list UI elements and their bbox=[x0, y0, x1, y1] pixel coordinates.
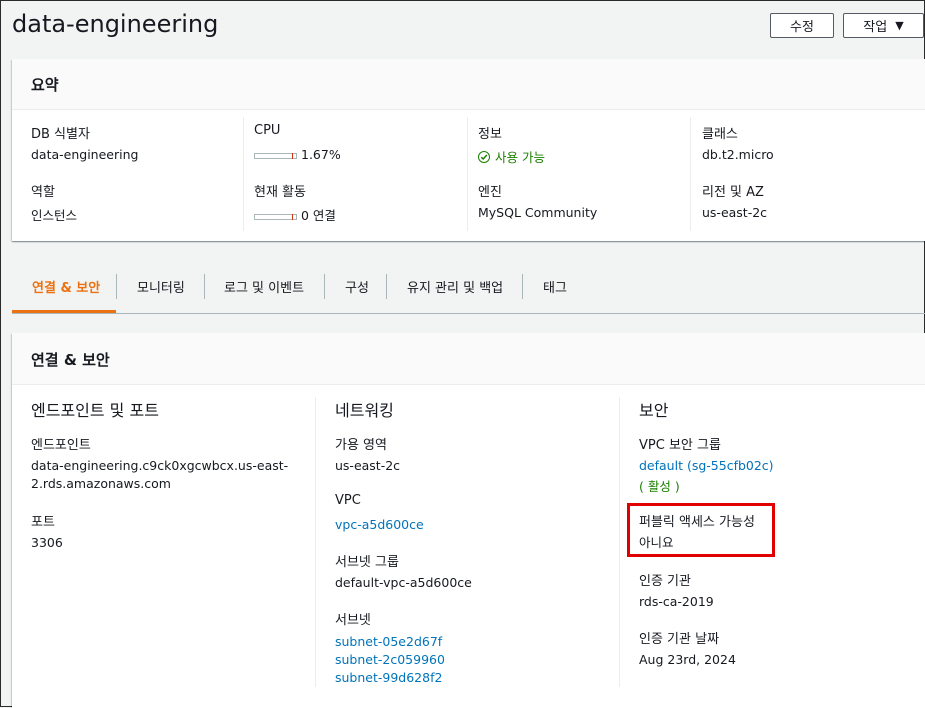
tab-logs-events[interactable]: 로그 및 이벤트 bbox=[224, 259, 304, 313]
cpu-label: CPU bbox=[254, 123, 281, 138]
tab-bar: 연결 & 보안 모니터링 로그 및 이벤트 구성 유지 관리 및 백업 태그 bbox=[12, 259, 925, 314]
subnet-link[interactable]: subnet-99d628f2 bbox=[335, 669, 445, 687]
subnet-group-value: default-vpc-a5d600ce bbox=[335, 575, 472, 590]
connectivity-panel: 연결 & 보안 엔드포인트 및 포트 엔드포인트 data-engineerin… bbox=[12, 333, 925, 708]
tab-connectivity[interactable]: 연결 & 보안 bbox=[32, 259, 100, 313]
column-divider bbox=[315, 397, 316, 687]
check-circle-icon bbox=[478, 150, 490, 163]
caret-down-icon: ▼ bbox=[895, 19, 904, 32]
subnet-group-label: 서브넷 그룹 bbox=[335, 555, 399, 570]
page-title: data-engineering bbox=[12, 10, 219, 38]
db-id-label: DB 식별자 bbox=[31, 127, 90, 142]
subnet-link[interactable]: subnet-2c059960 bbox=[335, 651, 445, 669]
tab-separator bbox=[386, 274, 387, 299]
tab-separator bbox=[116, 274, 117, 299]
column-divider bbox=[619, 397, 620, 687]
endpoint-section-title: 엔드포인트 및 포트 bbox=[31, 401, 159, 420]
tab-separator bbox=[324, 274, 325, 299]
summary-divider bbox=[690, 117, 691, 231]
security-group-status: ( 활성 ) bbox=[639, 479, 680, 494]
region-value: us-east-2c bbox=[702, 205, 768, 220]
summary-col-id: DB 식별자 data-engineering 역할 인스턴스 bbox=[31, 117, 231, 231]
active-tab-indicator bbox=[12, 310, 116, 313]
engine-label: 엔진 bbox=[478, 185, 502, 200]
tab-maintenance-backups[interactable]: 유지 관리 및 백업 bbox=[407, 259, 503, 313]
class-value: db.t2.micro bbox=[702, 147, 774, 162]
summary-col-status: 정보 사용 가능 엔진 MySQL Community bbox=[478, 117, 678, 231]
vpc-label: VPC bbox=[335, 493, 361, 508]
connectivity-header: 연결 & 보안 bbox=[12, 333, 925, 385]
engine-value: MySQL Community bbox=[478, 205, 598, 220]
summary-panel: 요약 DB 식별자 data-engineering 역할 인스턴스 CPU 1… bbox=[12, 59, 925, 241]
endpoint-value: data-engineering.c9ck0xgcwbcx.us-east- 2… bbox=[31, 457, 288, 493]
cpu-usage-bar bbox=[254, 152, 297, 159]
summary-col-cpu: CPU 1.67% 현재 활동 0 연결 bbox=[254, 117, 454, 231]
actions-button[interactable]: 작업 ▼ bbox=[843, 13, 924, 38]
class-label: 클래스 bbox=[702, 127, 738, 142]
highlight-box bbox=[627, 503, 775, 557]
port-value: 3306 bbox=[31, 535, 63, 550]
subnet-link[interactable]: subnet-05e2d67f bbox=[335, 633, 445, 651]
activity-bar bbox=[254, 213, 297, 220]
security-group-label: VPC 보안 그룹 bbox=[639, 438, 721, 453]
endpoint-line-1: data-engineering.c9ck0xgcwbcx.us-east- bbox=[31, 458, 289, 473]
connectivity-heading: 연결 & 보안 bbox=[31, 351, 110, 369]
role-label: 역할 bbox=[31, 185, 55, 200]
ca-date-label: 인증 기관 날짜 bbox=[639, 632, 720, 647]
activity-value: 0 연결 bbox=[301, 208, 336, 223]
endpoint-line-2: 2.rds.amazonaws.com bbox=[31, 476, 171, 491]
actions-button-label: 작업 bbox=[863, 20, 888, 35]
edit-button[interactable]: 수정 bbox=[770, 13, 834, 38]
region-label: 리전 및 AZ bbox=[702, 185, 764, 200]
edit-button-label: 수정 bbox=[790, 20, 814, 35]
summary-heading: 요약 bbox=[31, 76, 59, 94]
tab-separator bbox=[522, 274, 523, 299]
subnets-label: 서브넷 bbox=[335, 613, 371, 628]
port-label: 포트 bbox=[31, 515, 55, 530]
az-value: us-east-2c bbox=[335, 458, 401, 473]
db-id-value: data-engineering bbox=[31, 147, 139, 162]
security-section-title: 보안 bbox=[639, 401, 669, 420]
summary-divider bbox=[467, 117, 468, 231]
summary-col-class: 클래스 db.t2.micro 리전 및 AZ us-east-2c bbox=[702, 117, 902, 231]
vpc-link[interactable]: vpc-a5d600ce bbox=[335, 516, 424, 534]
status-badge: 사용 가능 bbox=[478, 147, 545, 166]
ca-label: 인증 기관 bbox=[639, 574, 691, 589]
ca-value: rds-ca-2019 bbox=[639, 594, 714, 609]
tab-monitoring[interactable]: 모니터링 bbox=[137, 259, 185, 313]
endpoint-label: 엔드포인트 bbox=[31, 438, 91, 453]
tab-configuration[interactable]: 구성 bbox=[345, 259, 369, 313]
role-value: 인스턴스 bbox=[31, 208, 78, 223]
ca-date-value: Aug 23rd, 2024 bbox=[639, 652, 736, 667]
status-value: 사용 가능 bbox=[495, 150, 545, 165]
security-group-link[interactable]: default (sg-55cfb02c) bbox=[639, 457, 774, 475]
status-label: 정보 bbox=[478, 127, 502, 142]
networking-section-title: 네트워킹 bbox=[335, 401, 394, 420]
cpu-value: 1.67% bbox=[301, 147, 341, 162]
tab-tags[interactable]: 태그 bbox=[543, 259, 567, 313]
tab-separator bbox=[204, 274, 205, 299]
activity-label: 현재 활동 bbox=[254, 185, 306, 200]
summary-divider bbox=[243, 117, 244, 231]
cpu-metric: 1.67% bbox=[254, 147, 341, 162]
az-label: 가용 영역 bbox=[335, 438, 387, 453]
activity-metric: 0 연결 bbox=[254, 205, 336, 224]
subnet-list: subnet-05e2d67f subnet-2c059960 subnet-9… bbox=[335, 633, 445, 687]
summary-header: 요약 bbox=[12, 59, 925, 110]
